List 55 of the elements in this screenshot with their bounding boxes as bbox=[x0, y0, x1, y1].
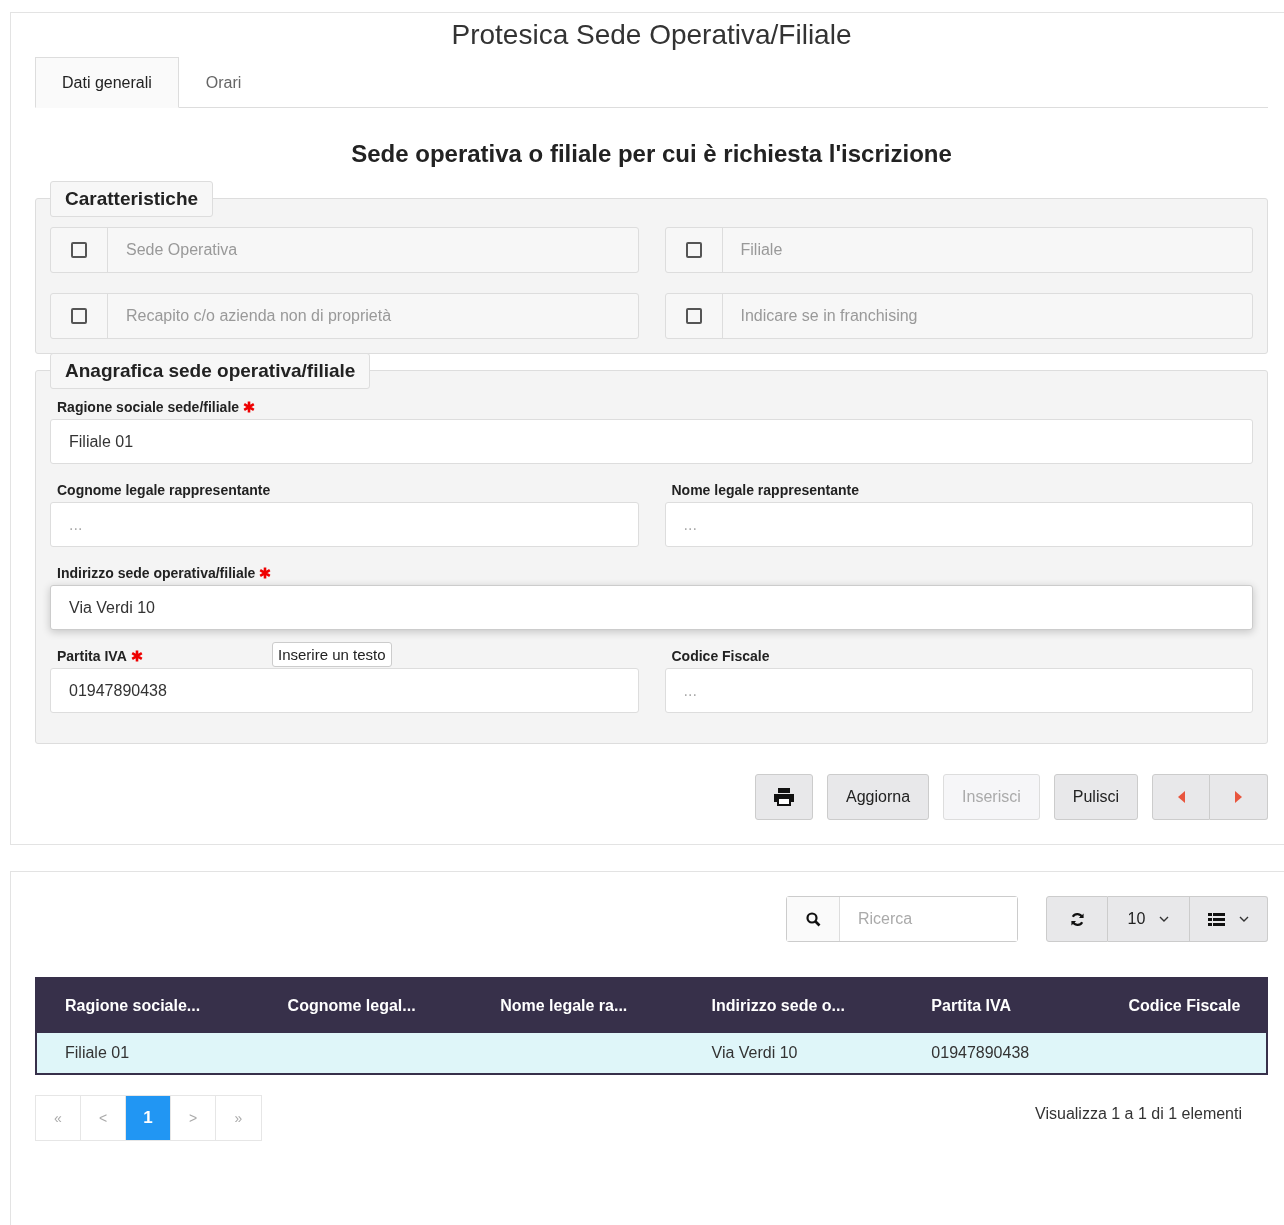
column-header[interactable]: Codice Fiscale bbox=[1074, 978, 1267, 1033]
input-field[interactable]: 01947890438 bbox=[50, 668, 639, 713]
input-field[interactable]: Filiale 01 bbox=[50, 419, 1253, 464]
chevron-down-icon bbox=[1239, 916, 1249, 922]
pagination-summary: Visualizza 1 a 1 di 1 elementi bbox=[1035, 1105, 1242, 1123]
required-asterisk-icon bbox=[243, 401, 256, 413]
field-label: Nome legale rappresentante bbox=[671, 482, 859, 498]
field-label: Indirizzo sede operativa/filiale bbox=[57, 565, 256, 581]
column-header[interactable]: Partita IVA bbox=[903, 978, 1075, 1033]
option-label: Filiale bbox=[739, 240, 783, 260]
search-icon bbox=[805, 911, 821, 927]
table-cell: Via Verdi 10 bbox=[683, 1033, 904, 1074]
input-field[interactable]: ... bbox=[664, 668, 1253, 713]
input-field[interactable]: ... bbox=[50, 502, 639, 547]
checkbox[interactable] bbox=[71, 242, 87, 258]
tab[interactable]: Dati generali bbox=[35, 57, 179, 108]
field-label: Ragione sociale sede/filiale bbox=[57, 399, 240, 415]
action-button[interactable]: Pulisci bbox=[1053, 774, 1138, 820]
action-button[interactable]: Aggiorna bbox=[827, 774, 930, 820]
list-icon bbox=[1208, 912, 1225, 926]
fieldset-legend: Anagrafica sede operativa/filiale bbox=[50, 353, 371, 389]
chevron-down-icon bbox=[1159, 916, 1170, 922]
section-heading: Sede operativa o filiale per cui è richiesta l'iscrizione bbox=[350, 140, 953, 168]
column-header[interactable]: Ragione sociale... bbox=[36, 978, 260, 1033]
column-header[interactable]: Nome legale ra... bbox=[472, 978, 684, 1033]
caret-right-icon bbox=[1235, 791, 1242, 803]
refresh-icon bbox=[1069, 911, 1085, 927]
required-asterisk-icon bbox=[259, 567, 272, 579]
field-label: Cognome legale rappresentante bbox=[57, 482, 271, 498]
table-cell: Filiale 01 bbox=[36, 1033, 260, 1074]
input-field[interactable]: ... bbox=[664, 502, 1253, 547]
page-size-dropdown[interactable]: 10 bbox=[1108, 896, 1190, 942]
column-header[interactable]: Cognome legal... bbox=[259, 978, 473, 1033]
refresh-button[interactable] bbox=[1046, 896, 1108, 942]
print-button[interactable] bbox=[755, 774, 814, 820]
table-cell: 01947890438 bbox=[903, 1033, 1075, 1074]
tab[interactable]: Orari bbox=[178, 57, 269, 108]
option-label: Sede Operativa bbox=[125, 240, 238, 260]
field-label: Partita IVA bbox=[57, 648, 127, 664]
option-label: Recapito c/o azienda non di proprietà bbox=[125, 306, 392, 326]
required-asterisk-icon bbox=[130, 650, 143, 662]
tooltip: Inserire un testo bbox=[272, 642, 392, 667]
caret-left-icon bbox=[1177, 791, 1185, 803]
field-label: Codice Fiscale bbox=[671, 648, 770, 664]
page-title: Protesica Sede Operativa/Filiale bbox=[450, 19, 853, 51]
columns-dropdown[interactable] bbox=[1190, 896, 1268, 942]
checkbox[interactable] bbox=[71, 308, 87, 324]
printer-icon bbox=[773, 787, 796, 807]
checkbox[interactable] bbox=[685, 308, 702, 324]
search-field[interactable]: Ricerca bbox=[786, 896, 1018, 942]
fieldset-legend: Caratteristiche bbox=[50, 181, 214, 217]
column-header[interactable]: Indirizzo sede o... bbox=[683, 978, 904, 1033]
input-field[interactable]: Via Verdi 10 bbox=[50, 585, 1253, 630]
checkbox[interactable] bbox=[685, 242, 702, 258]
option-label: Indicare se in franchising bbox=[739, 306, 918, 326]
